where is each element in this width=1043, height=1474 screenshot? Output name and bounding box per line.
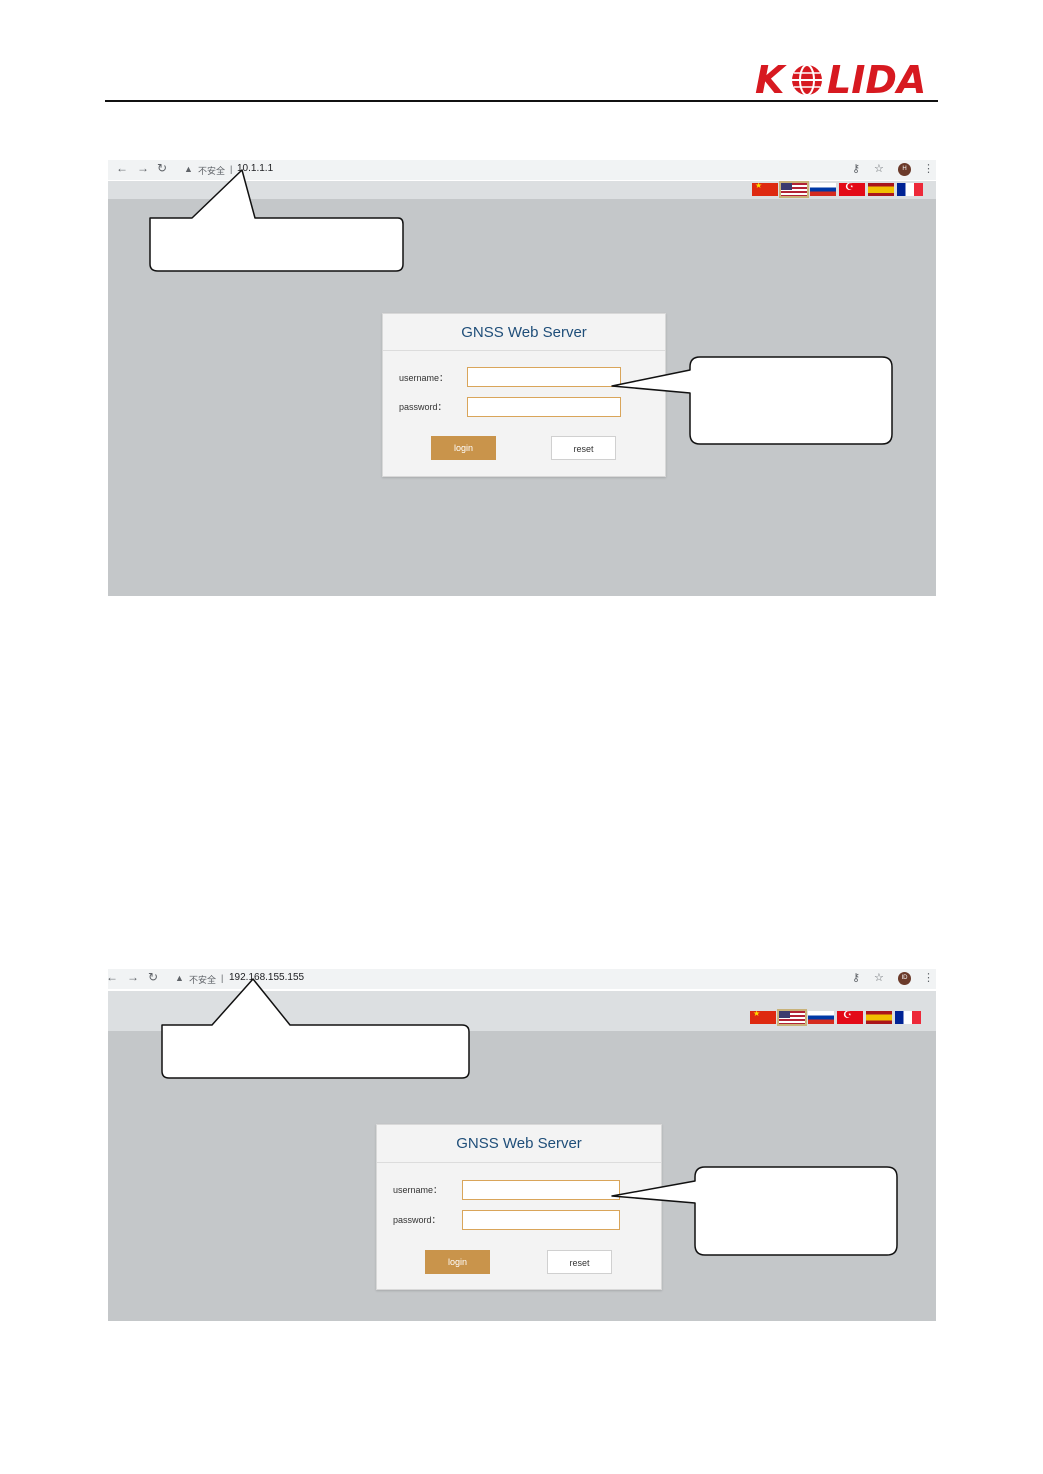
flag-russia[interactable] — [810, 183, 836, 196]
reload-icon[interactable]: ↻ — [157, 161, 167, 175]
star-icon[interactable]: ☆ — [874, 162, 884, 175]
login-button[interactable]: login — [431, 436, 496, 460]
flag-spain[interactable] — [868, 183, 894, 196]
key-icon[interactable]: ⚷ — [852, 162, 860, 175]
svg-text:K: K — [755, 58, 787, 99]
reset-button[interactable]: reset — [547, 1250, 612, 1274]
flag-turkey[interactable] — [839, 183, 865, 196]
title-divider — [383, 350, 665, 351]
flag-france[interactable] — [895, 1011, 921, 1024]
language-bar — [108, 181, 936, 199]
login-card: GNSS Web Server username： password： logi… — [376, 1124, 662, 1290]
key-icon[interactable]: ⚷ — [852, 971, 860, 984]
warning-triangle-icon: ▲ — [175, 973, 184, 983]
avatar[interactable]: H — [898, 163, 911, 176]
header-rule — [105, 100, 938, 102]
browser-screenshot-2: ← → ↻ ▲ 不安全 | 192.168.155.155 ⚷ ☆ ID ⋮ G… — [106, 969, 936, 1321]
arrow-left-icon[interactable]: ← — [106, 970, 118, 984]
flag-france[interactable] — [897, 183, 923, 196]
url-separator: | — [230, 164, 233, 174]
login-title: GNSS Web Server — [461, 324, 587, 341]
language-bar — [108, 991, 936, 1031]
password-input[interactable] — [467, 397, 621, 417]
arrow-right-icon[interactable]: → — [137, 161, 149, 175]
security-label[interactable]: 不安全 — [198, 164, 225, 177]
kolida-logo: K LIDA — [755, 58, 926, 99]
language-flags — [752, 181, 923, 198]
url-separator: | — [221, 973, 224, 983]
star-icon[interactable]: ☆ — [874, 971, 884, 984]
reset-button[interactable]: reset — [551, 436, 616, 460]
avatar[interactable]: ID — [898, 972, 911, 985]
globe-icon — [792, 64, 822, 96]
kebab-menu-icon[interactable]: ⋮ — [923, 971, 934, 984]
login-button[interactable]: login — [425, 1250, 490, 1274]
login-card: GNSS Web Server username： password： logi… — [382, 313, 666, 477]
flag-china[interactable] — [752, 183, 778, 196]
url-text[interactable]: 10.1.1.1 — [237, 163, 273, 174]
flag-china[interactable] — [750, 1011, 776, 1024]
title-divider — [377, 1162, 661, 1163]
warning-triangle-icon: ▲ — [184, 164, 193, 174]
browser-toolbar: ← → ↻ ▲ 不安全 | 192.168.155.155 ⚷ ☆ ID ⋮ — [106, 969, 936, 989]
url-text[interactable]: 192.168.155.155 — [229, 972, 304, 983]
browser-screenshot-1: ← → ↻ ▲ 不安全 | 10.1.1.1 ⚷ ☆ H ⋮ GNSS Web … — [108, 160, 936, 596]
flag-spain[interactable] — [866, 1011, 892, 1024]
username-input[interactable] — [462, 1180, 620, 1200]
password-label: password： — [399, 402, 447, 412]
username-input[interactable] — [467, 367, 621, 387]
flag-turkey[interactable] — [837, 1011, 863, 1024]
language-flags — [750, 1009, 921, 1026]
browser-toolbar: ← → ↻ ▲ 不安全 | 10.1.1.1 ⚷ ☆ H ⋮ — [108, 160, 936, 180]
reload-icon[interactable]: ↻ — [148, 970, 158, 984]
username-label: username： — [399, 373, 449, 383]
svg-text:LIDA: LIDA — [827, 58, 926, 99]
kebab-menu-icon[interactable]: ⋮ — [923, 162, 934, 175]
flag-usa[interactable] — [777, 1009, 807, 1026]
login-title: GNSS Web Server — [456, 1135, 582, 1152]
security-label[interactable]: 不安全 — [189, 973, 216, 986]
password-label: password： — [393, 1215, 441, 1225]
password-input[interactable] — [462, 1210, 620, 1230]
arrow-left-icon[interactable]: ← — [116, 161, 128, 175]
flag-usa[interactable] — [779, 181, 809, 198]
username-label: username： — [393, 1185, 443, 1195]
flag-russia[interactable] — [808, 1011, 834, 1024]
arrow-right-icon[interactable]: → — [127, 970, 139, 984]
